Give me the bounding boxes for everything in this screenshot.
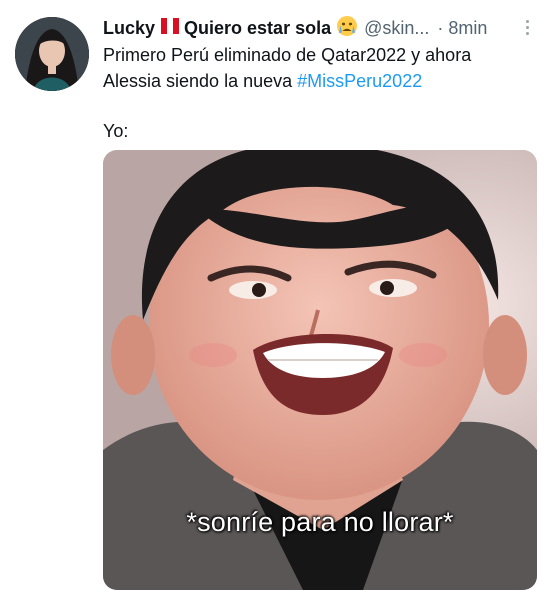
media-caption: *sonríe para no llorar* [186, 507, 454, 537]
tweet-text-line: Yo: [103, 121, 129, 141]
avatar[interactable] [15, 17, 89, 91]
display-name-suffix[interactable]: Quiero estar sola [184, 18, 331, 39]
tweet-text-line: Primero Perú eliminado de Qatar2022 y ah… [103, 45, 472, 65]
more-options-icon[interactable] [519, 16, 535, 38]
tweet-media-image[interactable]: *sonríe para no llorar* [103, 150, 537, 590]
peru-flag-icon [161, 17, 180, 39]
hashtag-link[interactable]: #MissPeru2022 [297, 71, 422, 91]
timestamp[interactable]: · 8min [437, 18, 487, 39]
crying-face-icon [336, 15, 358, 42]
tweet-header: Lucky Quiero estar sola @skin... · 8min [103, 14, 539, 42]
user-handle[interactable]: @skin... [364, 18, 429, 39]
display-name[interactable]: Lucky [103, 18, 155, 39]
tweet-text: Primero Perú eliminado de Qatar2022 y ah… [103, 42, 533, 94]
tweet: Lucky Quiero estar sola @skin... · 8min [0, 0, 553, 600]
tweet-text-segment: Alessia siendo la nueva [103, 71, 293, 91]
tweet-text-line: Alessia siendo la nueva #MissPeru2022 [103, 68, 533, 94]
